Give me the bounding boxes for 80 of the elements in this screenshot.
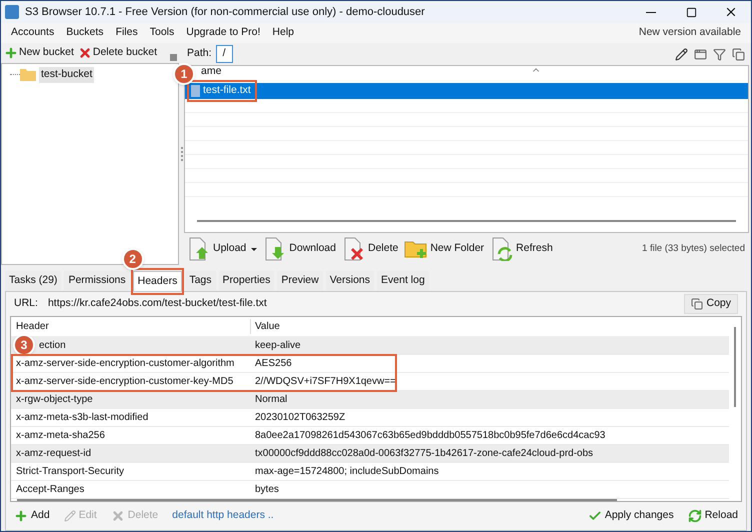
column-header[interactable]: Value bbox=[251, 319, 280, 334]
file-row[interactable]: test-file.txt bbox=[185, 83, 748, 99]
tree-item[interactable]: test-bucket bbox=[39, 67, 94, 83]
document-refresh-icon bbox=[490, 237, 514, 261]
highlight-frame bbox=[130, 268, 184, 295]
table-cell-text: x-amz-meta-s3b-last-modified bbox=[15, 411, 150, 425]
tab[interactable]: Tags bbox=[185, 271, 216, 291]
default-headers-link[interactable]: default http headers .. bbox=[172, 508, 274, 524]
folder-icon bbox=[20, 68, 36, 82]
app-icon bbox=[5, 5, 19, 19]
column-header[interactable]: ame bbox=[201, 64, 222, 80]
copy-icon[interactable] bbox=[732, 48, 745, 60]
document-upload-icon bbox=[187, 237, 211, 261]
table-cell-text: Strict-Transport-Security bbox=[15, 465, 125, 479]
toolbar-button[interactable]: Upload bbox=[187, 237, 258, 261]
copy-icon bbox=[691, 298, 704, 310]
action-button[interactable]: Reload bbox=[688, 508, 738, 524]
tab[interactable]: Event log bbox=[377, 271, 429, 291]
toolbar-button[interactable]: New Folder bbox=[404, 237, 484, 261]
pencil-icon[interactable] bbox=[675, 48, 688, 60]
table-cell-text: x-amz-server-side-encryption-customer-algorithm bbox=[15, 357, 236, 371]
close-icon bbox=[724, 5, 738, 19]
horizontal-scrollbar[interactable] bbox=[17, 499, 617, 501]
toolbar-button[interactable]: Delete bucket bbox=[78, 45, 158, 61]
path-field[interactable]: / bbox=[216, 45, 233, 63]
table-cell-text: Normal bbox=[254, 393, 288, 407]
delete-icon bbox=[110, 509, 125, 523]
tab[interactable]: Tasks (29) bbox=[5, 271, 62, 291]
check-icon bbox=[588, 509, 602, 523]
menu-item[interactable]: Files bbox=[110, 25, 144, 41]
url-field[interactable]: https://kr.cafe24obs.com/test-bucket/test-file.txt bbox=[48, 296, 674, 312]
menu-item[interactable]: Tools bbox=[144, 25, 180, 41]
dropdown-caret-icon bbox=[251, 248, 258, 250]
delete-icon bbox=[78, 46, 92, 60]
filter-icon[interactable] bbox=[713, 48, 726, 60]
plus-icon bbox=[14, 509, 28, 523]
pencil-icon bbox=[64, 510, 76, 522]
plus-icon bbox=[4, 46, 18, 60]
refresh-icon bbox=[688, 509, 702, 523]
tab[interactable]: Preview bbox=[277, 271, 323, 291]
toolbar-button[interactable]: New bucket bbox=[4, 45, 74, 61]
table-cell-text: bytes bbox=[254, 483, 279, 497]
toolbar-button[interactable]: Add bbox=[14, 508, 50, 524]
window-title: S3 Browser 10.7.1 - Free Version (for non-commercial use only) - demo-clouduser bbox=[25, 4, 425, 20]
menu-item[interactable]: Accounts bbox=[5, 25, 60, 41]
table-cell-text: ection bbox=[39, 339, 67, 353]
table-cell-text: AES256 bbox=[254, 357, 292, 371]
maximize-icon bbox=[686, 6, 696, 18]
file-name: test-file.txt bbox=[203, 83, 251, 98]
toolbar-button[interactable]: Delete bbox=[342, 237, 398, 261]
table-cell-text: x-amz-request-id bbox=[15, 447, 92, 461]
tab[interactable]: Versions bbox=[326, 271, 374, 291]
menu-item[interactable]: Upgrade to Pro! bbox=[180, 25, 266, 41]
selection-status: 1 file (33 bytes) selected bbox=[642, 242, 745, 256]
tab[interactable]: Properties bbox=[218, 271, 274, 291]
window-icon[interactable] bbox=[694, 48, 707, 60]
vertical-scrollbar[interactable] bbox=[734, 327, 736, 407]
step-marker: 3 bbox=[13, 334, 35, 356]
table-cell-text: Accept-Ranges bbox=[15, 483, 86, 497]
table-cell-text: 8a0ee2a17098261d543067c63b65ed9bdddb0557518bc0b95fe7d6e6cd4cac93 bbox=[254, 429, 606, 443]
table-cell-text: x-amz-meta-sha256 bbox=[15, 429, 106, 443]
table-cell-text: tx00000cf9ddd88cc028a0d-0063f32775-1b42617-zone-cafe24cloud-prd-obs bbox=[254, 447, 594, 461]
document-delete-icon bbox=[342, 237, 366, 261]
url-label: URL: bbox=[14, 296, 38, 312]
menu-item[interactable]: Buckets bbox=[60, 25, 110, 41]
menu-item[interactable]: Help bbox=[266, 25, 300, 41]
toolbar-button[interactable]: Download bbox=[263, 237, 336, 261]
table-cell-text: max-age=15724800; includeSubDomains bbox=[254, 465, 439, 479]
table-cell-text: x-amz-server-side-encryption-customer-key-MD5 bbox=[15, 375, 234, 389]
action-button[interactable]: Apply changes bbox=[588, 508, 674, 524]
table-cell-text: keep-alive bbox=[254, 339, 301, 353]
new-version-notice[interactable]: New version available bbox=[638, 25, 741, 41]
tab[interactable]: Permissions bbox=[64, 271, 130, 291]
path-label: Path: bbox=[187, 46, 212, 62]
copy-button[interactable]: Copy bbox=[684, 294, 738, 314]
table-cell-text: x-rgw-object-type bbox=[15, 393, 94, 407]
table-cell-text: 20230102T063259Z bbox=[254, 411, 346, 425]
file-icon bbox=[191, 85, 200, 97]
table-cell-text: 2//WDQSV+i7SF7H9X1qevw== bbox=[254, 375, 396, 389]
toolbar-button[interactable]: Refresh bbox=[490, 237, 553, 261]
